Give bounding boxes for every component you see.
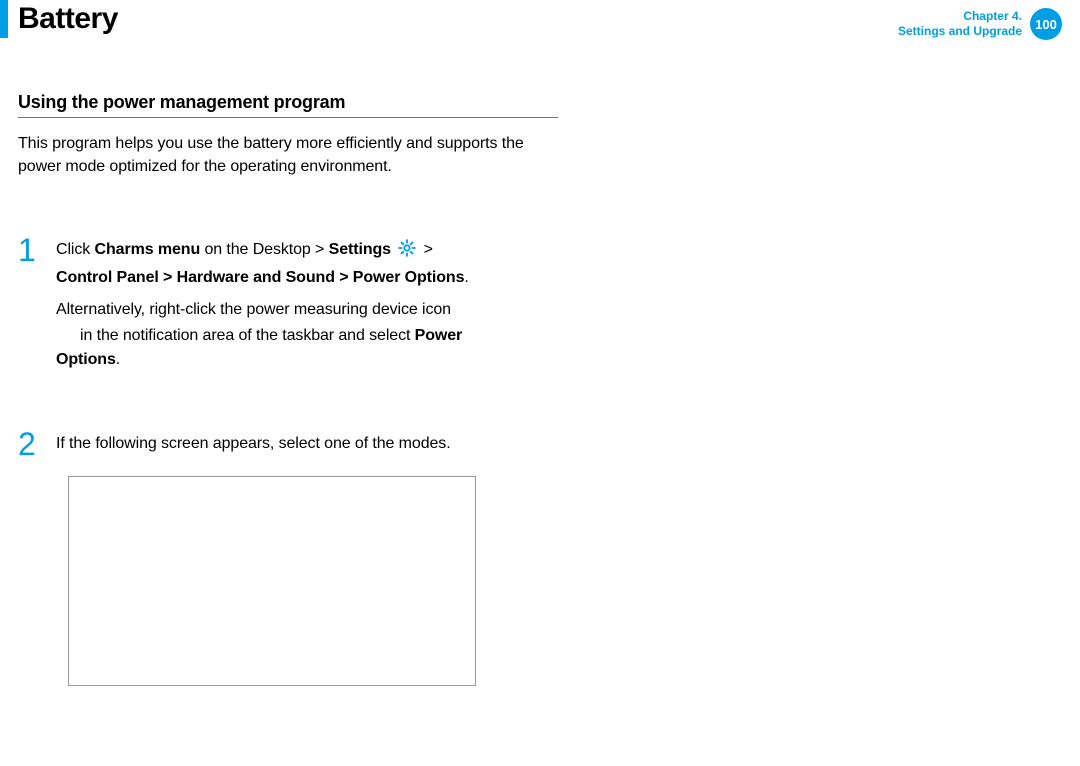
step-body: Click Charms menu on the Desktop > Setti… (56, 234, 469, 380)
step-2: 2 If the following screen appears, selec… (18, 428, 558, 464)
chapter-label: Chapter 4. Settings and Upgrade (898, 9, 1022, 39)
bold-path: Control Panel > Hardware and Sound > Pow… (56, 269, 464, 286)
section-heading: Using the power management program (18, 92, 558, 118)
page-number-badge: 100 (1030, 8, 1062, 40)
screenshot-placeholder (68, 476, 476, 686)
step-number: 2 (18, 428, 40, 460)
bold-settings: Settings (329, 241, 391, 258)
content-column: Using the power management program This … (18, 92, 558, 686)
step-1: 1 Click Charms menu on the Desktop > Set… (18, 234, 558, 380)
step-body: If the following screen appears, select … (56, 428, 451, 464)
page-title: Battery (18, 2, 118, 36)
gear-icon (397, 238, 417, 266)
step-2-text: If the following screen appears, select … (56, 432, 451, 456)
chapter-line2: Settings and Upgrade (898, 24, 1022, 38)
step-1-alt: Alternatively, right-click the power mea… (56, 298, 469, 372)
bold-power: Power (415, 327, 463, 344)
accent-bar (0, 0, 8, 38)
chapter-block: Chapter 4. Settings and Upgrade 100 (898, 8, 1062, 40)
section-intro: This program helps you use the battery m… (18, 132, 538, 178)
bold-charms: Charms menu (95, 241, 201, 258)
chapter-line1: Chapter 4. (963, 9, 1022, 23)
step-1-line-1: Click Charms menu on the Desktop > Setti… (56, 238, 469, 290)
step-number: 1 (18, 234, 40, 266)
bold-options: Options (56, 351, 116, 368)
